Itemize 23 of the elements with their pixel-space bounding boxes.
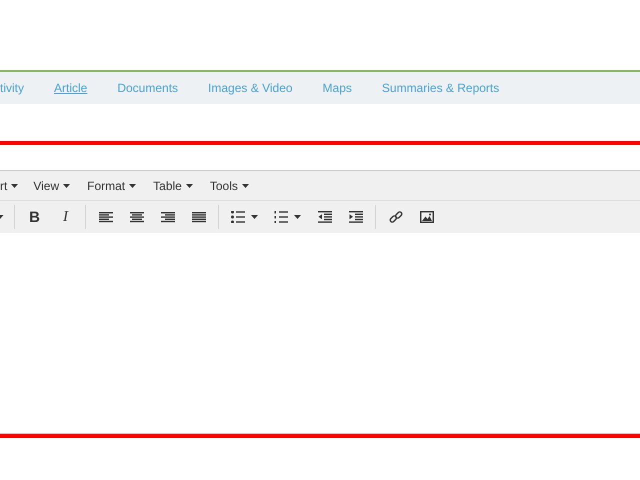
image-icon <box>420 211 434 223</box>
caret-icon <box>129 184 136 188</box>
caret-icon <box>11 184 18 188</box>
bullet-list-icon <box>231 211 245 223</box>
link-icon <box>388 210 402 224</box>
justify-icon <box>192 212 206 222</box>
indent-icon <box>348 211 362 223</box>
italic-button[interactable]: I <box>50 205 81 229</box>
align-center-icon <box>130 212 144 222</box>
align-right-icon <box>160 212 174 222</box>
align-left-icon <box>98 212 112 222</box>
menu-item[interactable]: Table <box>153 178 209 192</box>
caret-icon <box>242 184 249 188</box>
caret-icon[interactable] <box>0 215 4 219</box>
caret-icon <box>186 184 193 188</box>
numbered-list-icon <box>274 211 288 223</box>
menu-item[interactable]: View <box>33 178 86 192</box>
menu-item[interactable]: Tools <box>210 178 265 192</box>
menu-item[interactable]: rt <box>0 178 32 192</box>
menu-item[interactable]: Format <box>87 178 152 192</box>
bold-button[interactable]: B <box>19 205 50 229</box>
outdent-icon <box>318 211 332 223</box>
caret-icon <box>63 184 70 188</box>
